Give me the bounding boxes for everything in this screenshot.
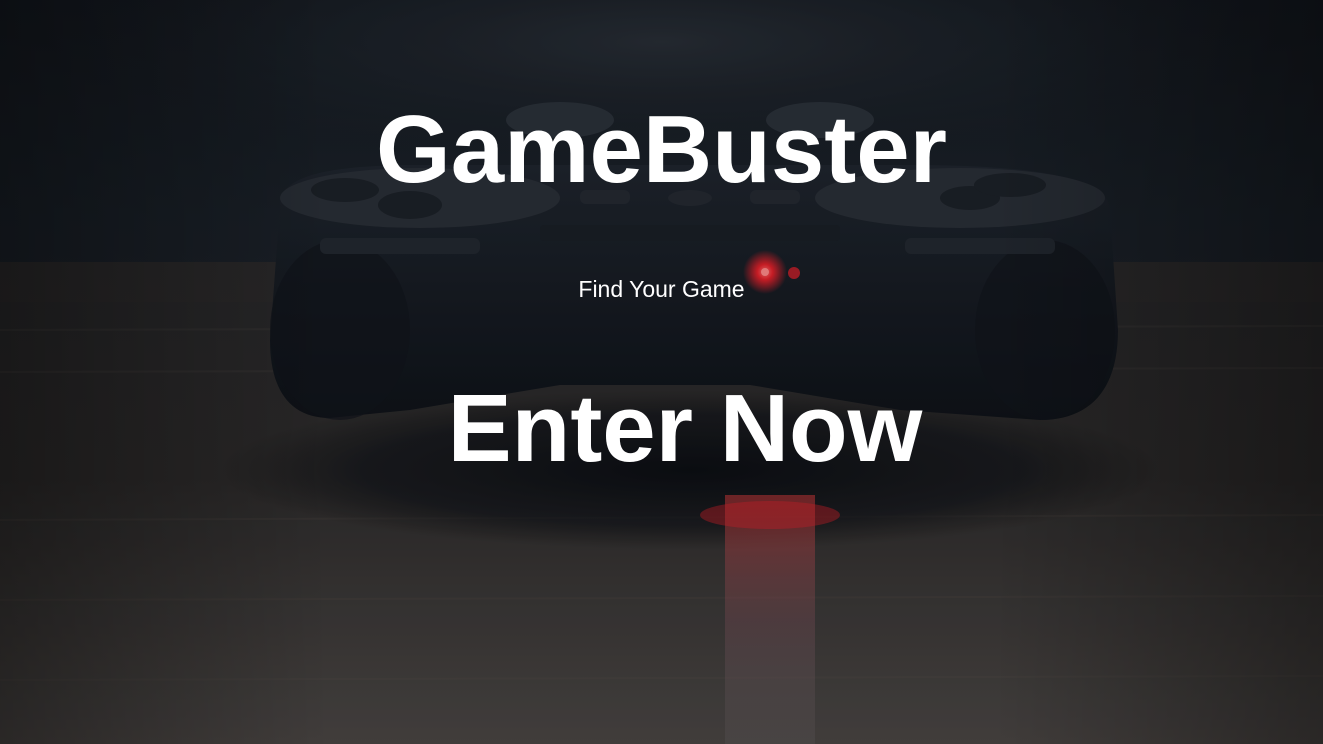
- tagline: Find Your Game: [578, 276, 745, 302]
- landing-page: GameBuster Find Your Game Enter Now: [0, 0, 1323, 744]
- site-title: GameBuster: [376, 96, 947, 203]
- enter-now-button[interactable]: Enter Now: [437, 374, 933, 484]
